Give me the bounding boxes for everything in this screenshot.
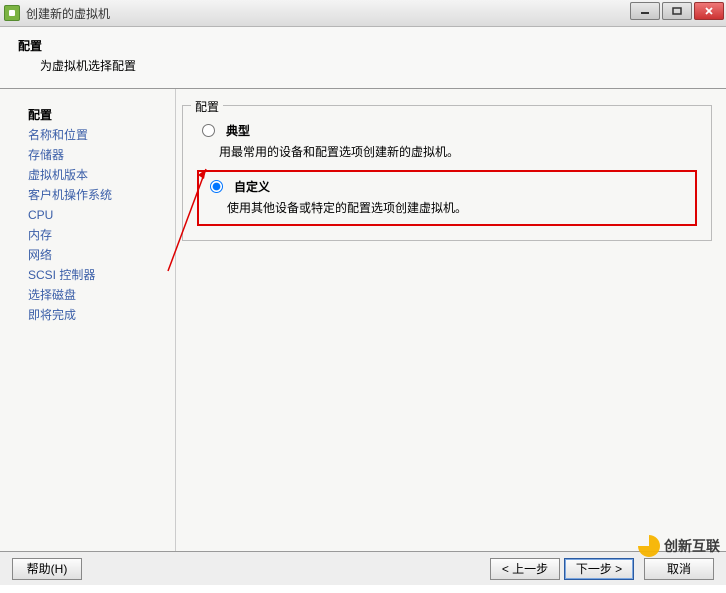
app-icon <box>4 5 20 21</box>
wizard-main-panel: 配置 典型 用最常用的设备和配置选项创建新的虚拟机。 自定义 使用其他设备或特定… <box>175 89 726 551</box>
back-button[interactable]: < 上一步 <box>490 558 560 580</box>
step-scsi[interactable]: SCSI 控制器 <box>28 265 175 285</box>
step-select-disk[interactable]: 选择磁盘 <box>28 285 175 305</box>
minimize-icon <box>640 7 650 15</box>
maximize-button[interactable] <box>662 2 692 20</box>
step-cpu[interactable]: CPU <box>28 205 175 225</box>
step-name-location[interactable]: 名称和位置 <box>28 125 175 145</box>
step-network[interactable]: 网络 <box>28 245 175 265</box>
radio-typical-label: 典型 <box>226 122 250 139</box>
watermark-icon <box>638 535 660 557</box>
radio-typical-row[interactable]: 典型 <box>197 122 697 139</box>
annotation-highlight: 自定义 使用其他设备或特定的配置选项创建虚拟机。 <box>197 170 697 226</box>
window-title: 创建新的虚拟机 <box>26 5 110 22</box>
radio-custom[interactable] <box>210 180 223 193</box>
watermark-text: 创新互联 <box>664 536 720 556</box>
minimize-button[interactable] <box>630 2 660 20</box>
step-storage[interactable]: 存储器 <box>28 145 175 165</box>
step-memory[interactable]: 内存 <box>28 225 175 245</box>
step-guest-os[interactable]: 客户机操作系统 <box>28 185 175 205</box>
maximize-icon <box>672 7 682 15</box>
cancel-button[interactable]: 取消 <box>644 558 714 580</box>
step-configuration[interactable]: 配置 <box>28 105 175 125</box>
radio-custom-row[interactable]: 自定义 <box>205 178 689 195</box>
wizard-body: 配置 名称和位置 存储器 虚拟机版本 客户机操作系统 CPU 内存 网络 SCS… <box>0 89 726 551</box>
close-icon <box>704 7 714 15</box>
watermark: 创新互联 <box>638 535 720 557</box>
window-controls <box>630 2 724 20</box>
configuration-groupbox: 配置 典型 用最常用的设备和配置选项创建新的虚拟机。 自定义 使用其他设备或特定… <box>182 105 712 241</box>
page-title: 配置 <box>18 37 708 54</box>
step-vm-version[interactable]: 虚拟机版本 <box>28 165 175 185</box>
groupbox-legend: 配置 <box>191 98 223 115</box>
radio-typical-desc: 用最常用的设备和配置选项创建新的虚拟机。 <box>219 143 697 160</box>
page-subtitle: 为虚拟机选择配置 <box>40 57 708 74</box>
step-ready-complete[interactable]: 即将完成 <box>28 305 175 325</box>
wizard-steps-sidebar: 配置 名称和位置 存储器 虚拟机版本 客户机操作系统 CPU 内存 网络 SCS… <box>0 89 175 551</box>
wizard-footer: 帮助(H) < 上一步 下一步 > 取消 <box>0 551 726 585</box>
title-bar: 创建新的虚拟机 <box>0 0 726 27</box>
radio-custom-desc: 使用其他设备或特定的配置选项创建虚拟机。 <box>227 199 689 216</box>
wizard-header: 配置 为虚拟机选择配置 <box>0 27 726 89</box>
radio-typical[interactable] <box>202 124 215 137</box>
help-button[interactable]: 帮助(H) <box>12 558 82 580</box>
next-button[interactable]: 下一步 > <box>564 558 634 580</box>
close-button[interactable] <box>694 2 724 20</box>
radio-custom-label: 自定义 <box>234 178 270 195</box>
